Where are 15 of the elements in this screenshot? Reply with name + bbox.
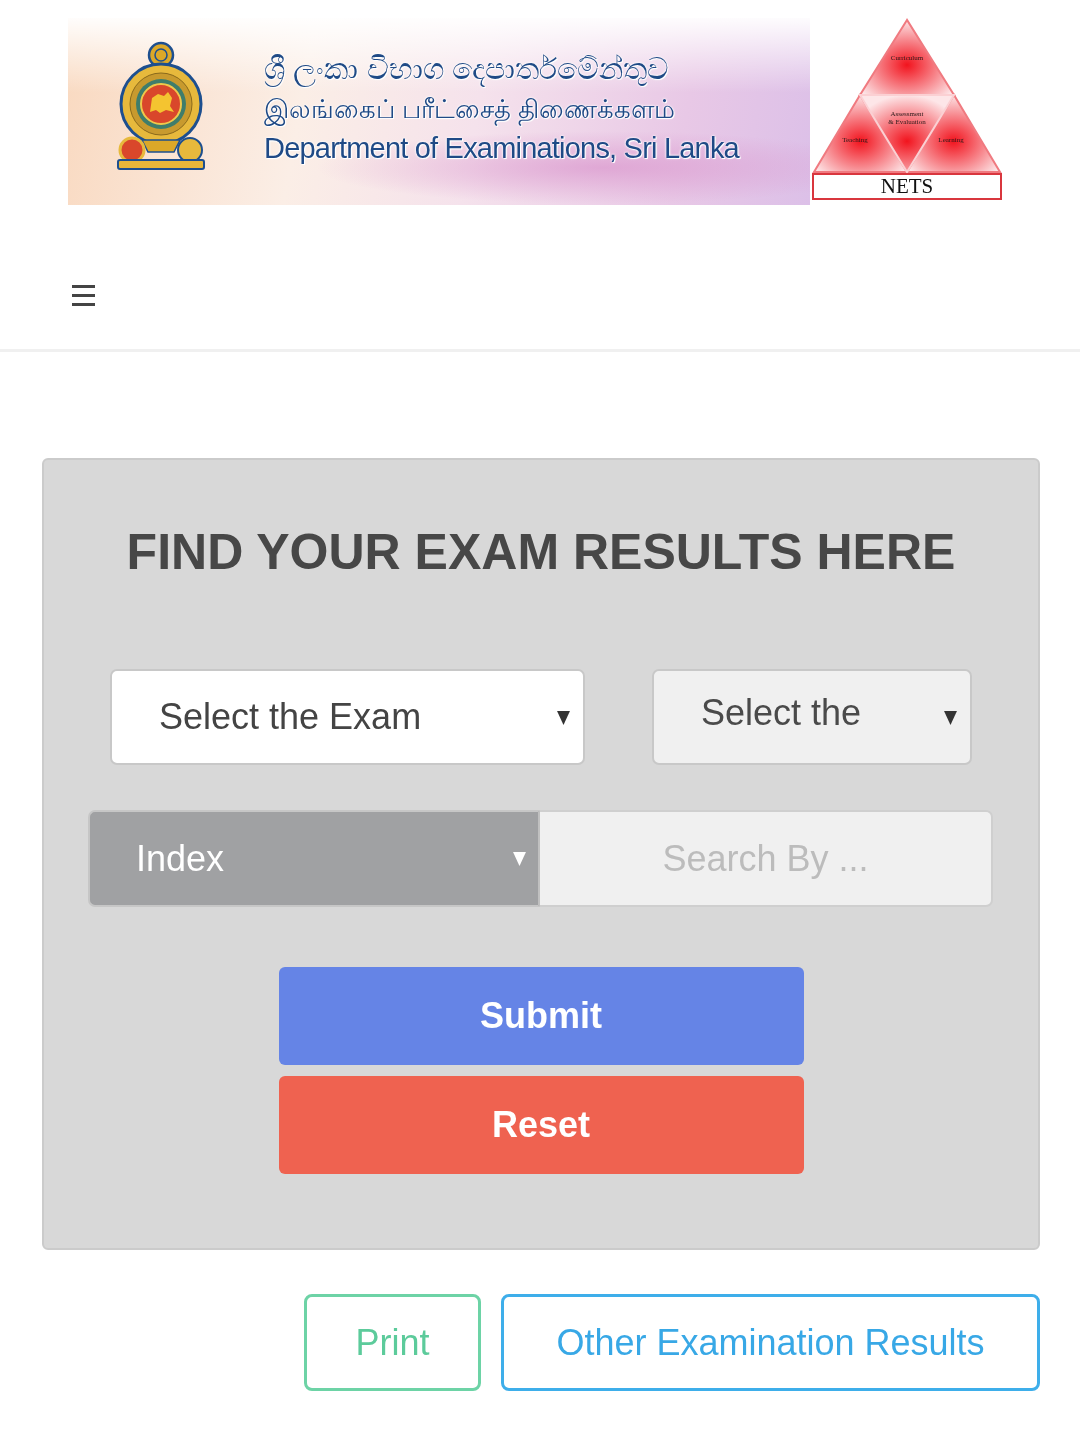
other-results-button[interactable]: Other Examination Results xyxy=(501,1294,1040,1391)
caret-icon xyxy=(944,711,957,725)
banner-title: ශ්‍රී ලංකා විභාග දෙපාර්තමේන්තුව xyxy=(264,51,670,89)
banner-title: இலங்கைப் பரீட்சைத் திணைக்களம் xyxy=(264,93,677,128)
submit-button[interactable]: Submit xyxy=(278,967,804,1065)
search-type-select[interactable]: Index xyxy=(88,810,540,907)
print-button[interactable]: Print xyxy=(304,1294,481,1391)
caret-icon xyxy=(557,711,570,725)
logo-label: NETS xyxy=(812,173,1002,200)
dropdown-select[interactable]: Select the Exam xyxy=(110,669,585,765)
menu-icon[interactable] xyxy=(72,285,95,306)
reset-button[interactable]: Reset xyxy=(278,1076,804,1174)
panel-title: FIND YOUR EXAM RESULTS HERE xyxy=(125,523,957,582)
caret-icon xyxy=(513,852,526,866)
banner-title: Department of Examinations, Sri Lanka xyxy=(264,131,739,166)
